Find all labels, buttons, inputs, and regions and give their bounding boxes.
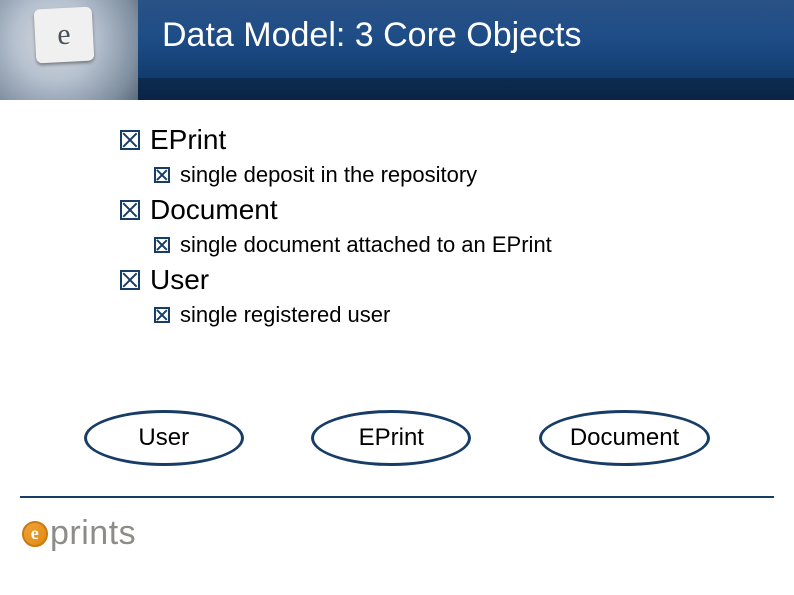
bullet-user: User	[120, 264, 754, 296]
title-bar: e Data Model: 3 Core Objects	[0, 0, 794, 100]
bullet-eprint: EPrint	[120, 124, 754, 156]
logo-e-glyph: e	[31, 523, 40, 544]
bullet-eprint-label: EPrint	[150, 124, 226, 156]
diagram-row: User EPrint Document	[50, 410, 744, 466]
checkbox-x-icon	[120, 130, 140, 150]
checkbox-x-icon	[154, 237, 170, 253]
subbullet-document-label: single document attached to an EPrint	[180, 232, 552, 258]
logo-text: prints	[50, 514, 136, 553]
corner-graphic: e	[0, 0, 138, 100]
eprints-logo: e prints	[22, 514, 136, 553]
logo-ball-icon: e	[22, 521, 48, 547]
checkbox-x-icon	[154, 167, 170, 183]
diagram-node-eprint: EPrint	[311, 410, 471, 466]
page-title: Data Model: 3 Core Objects	[162, 16, 582, 55]
subbullet-document: single document attached to an EPrint	[154, 232, 754, 258]
subbullet-eprint-label: single deposit in the repository	[180, 162, 477, 188]
checkbox-x-icon	[154, 307, 170, 323]
checkbox-x-icon	[120, 200, 140, 220]
subbullet-eprint: single deposit in the repository	[154, 162, 754, 188]
subbullet-user: single registered user	[154, 302, 754, 328]
diagram-node-document: Document	[539, 410, 710, 466]
bullet-document: Document	[120, 194, 754, 226]
bullet-document-label: Document	[150, 194, 278, 226]
footer-divider	[20, 496, 774, 498]
checkbox-x-icon	[120, 270, 140, 290]
diagram-node-user: User	[84, 410, 244, 466]
body-content: EPrint single deposit in the repository …	[120, 124, 754, 334]
corner-icon-glyph: e	[56, 18, 71, 53]
corner-icon: e	[34, 7, 95, 64]
bullet-user-label: User	[150, 264, 209, 296]
subbullet-user-label: single registered user	[180, 302, 390, 328]
